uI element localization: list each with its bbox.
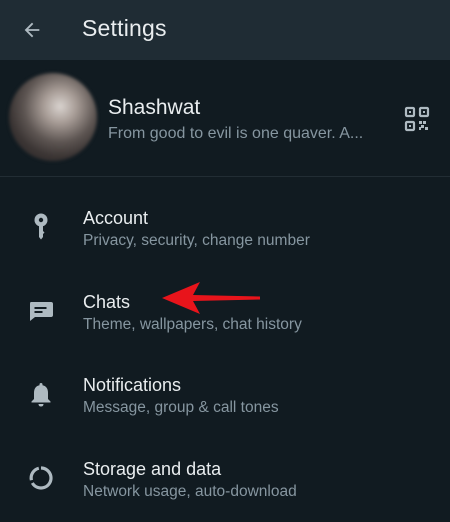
menu-item-storage[interactable]: Storage and data Network usage, auto-dow… <box>0 437 450 519</box>
divider <box>0 176 450 177</box>
page-title: Settings <box>82 15 167 41</box>
profile-name: Shashwat <box>108 96 201 119</box>
menu-item-title: Notifications <box>83 375 182 395</box>
menu-item-subtitle: Theme, wallpapers, chat history <box>83 316 302 333</box>
red-arrow-annotation <box>162 282 260 314</box>
avatar[interactable] <box>9 73 97 161</box>
app-bar: Settings <box>0 0 450 60</box>
menu-item-title: Account <box>83 208 149 228</box>
menu-item-subtitle: Message, group & call tones <box>83 399 279 416</box>
menu-item-title: Chats <box>83 292 131 312</box>
menu-item-notifications[interactable]: Notifications Message, group & call tone… <box>0 353 450 435</box>
menu-icon <box>26 463 56 493</box>
chat-icon <box>30 302 53 321</box>
menu-item-subtitle: Network usage, auto-download <box>83 483 297 500</box>
menu-item-account[interactable]: Account Privacy, security, change number <box>0 186 450 268</box>
profile-row[interactable]: Shashwat From good to evil is one quaver… <box>0 60 450 176</box>
storage-icon <box>29 466 53 490</box>
profile-about: From good to evil is one quaver. A... <box>108 125 364 142</box>
qr-code-button[interactable] <box>402 104 432 134</box>
back-button[interactable] <box>14 12 50 48</box>
menu-item-subtitle: Privacy, security, change number <box>83 232 310 249</box>
menu-icon <box>26 296 56 326</box>
menu-icon <box>26 379 56 409</box>
qr-code-icon <box>404 106 430 132</box>
key-icon <box>34 213 48 240</box>
menu-item-title: Storage and data <box>83 459 222 479</box>
menu-icon <box>26 212 56 242</box>
arrow-back-icon <box>24 22 40 38</box>
settings-screen: Settings Shashwat From good to evil is o… <box>0 0 450 522</box>
bell-icon <box>31 383 51 407</box>
